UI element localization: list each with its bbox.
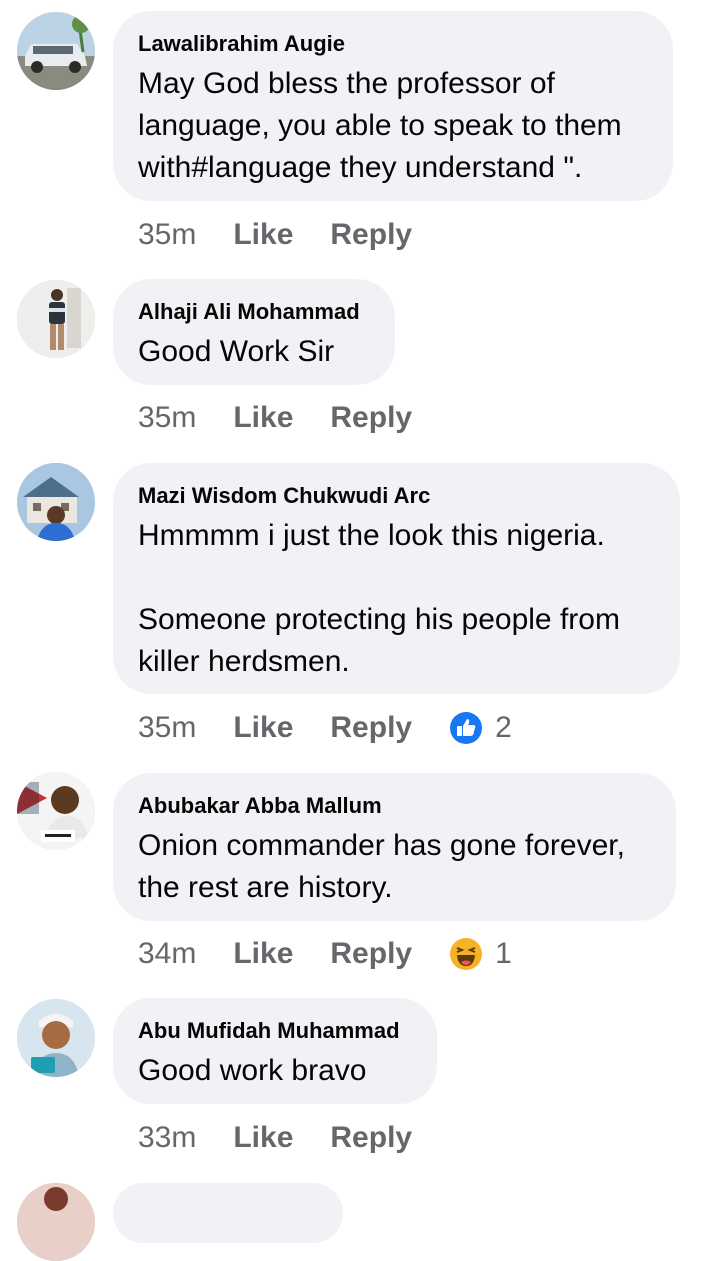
comment-timestamp[interactable]: 34m — [138, 937, 196, 971]
reply-button[interactable]: Reply — [330, 711, 412, 745]
haha-reaction-icon — [450, 938, 483, 970]
comment-actions: 33m Like Reply — [138, 1117, 449, 1159]
comment-author[interactable]: Mazi Wisdom Chukwudi Arc — [138, 483, 654, 509]
comment-text: Onion commander has gone forever, the re… — [138, 829, 634, 904]
avatar-house-person-image — [17, 463, 95, 541]
reply-button[interactable]: Reply — [330, 218, 412, 252]
comment-author[interactable]: Abubakar Abba Mallum — [138, 793, 650, 819]
comment-timestamp[interactable]: 35m — [138, 401, 196, 435]
reaction-count: 2 — [495, 711, 512, 744]
like-button[interactable]: Like — [233, 401, 293, 435]
avatar-person-cap-image — [17, 999, 95, 1077]
comment-author[interactable]: Alhaji Ali Mohammad — [138, 299, 369, 325]
comment-text: Good work bravo — [138, 1054, 367, 1087]
comment-text: Good Work Sir — [138, 335, 335, 368]
comment-actions: 35m Like Reply — [138, 214, 449, 256]
avatar[interactable] — [17, 280, 95, 358]
comment-bubble: Mazi Wisdom Chukwudi Arc Hmmmm i just th… — [113, 463, 680, 694]
comment-author[interactable]: Lawalibrahim Augie — [138, 31, 647, 57]
comment-bubble: Abu Mufidah Muhammad Good work bravo — [113, 998, 437, 1104]
comment-timestamp[interactable]: 35m — [138, 711, 196, 745]
avatar[interactable] — [17, 999, 95, 1077]
comment-bubble: Alhaji Ali Mohammad Good Work Sir — [113, 279, 395, 385]
avatar-person-image — [17, 280, 95, 358]
avatar[interactable] — [17, 1183, 95, 1261]
comment-bubble — [113, 1183, 343, 1243]
comment-actions: 35m Like Reply 2 — [138, 707, 512, 749]
comment-bubble: Lawalibrahim Augie May God bless the pro… — [113, 11, 673, 201]
reaction-count: 1 — [495, 937, 512, 970]
reply-button[interactable]: Reply — [330, 937, 412, 971]
comment-actions: 34m Like Reply 1 — [138, 933, 512, 975]
reply-button[interactable]: Reply — [330, 401, 412, 435]
avatar[interactable] — [17, 772, 95, 850]
avatar[interactable] — [17, 12, 95, 90]
reaction-summary[interactable]: 1 — [449, 937, 512, 971]
like-reaction-icon — [450, 712, 483, 744]
comment-timestamp[interactable]: 33m — [138, 1121, 196, 1155]
avatar-car-image — [17, 12, 95, 90]
comment-text: May God bless the professor of language,… — [138, 67, 631, 184]
comment-bubble: Abubakar Abba Mallum Onion commander has… — [113, 773, 676, 921]
comment-actions: 35m Like Reply — [138, 397, 449, 439]
comment-timestamp[interactable]: 35m — [138, 218, 196, 252]
reply-button[interactable]: Reply — [330, 1121, 412, 1155]
like-button[interactable]: Like — [233, 218, 293, 252]
like-button[interactable]: Like — [233, 937, 293, 971]
like-button[interactable]: Like — [233, 1121, 293, 1155]
reaction-summary[interactable]: 2 — [449, 711, 512, 745]
comment-author[interactable]: Abu Mufidah Muhammad — [138, 1018, 411, 1044]
avatar-image — [17, 1183, 95, 1261]
avatar[interactable] — [17, 463, 95, 541]
like-button[interactable]: Like — [233, 711, 293, 745]
avatar-person-flag-image — [17, 772, 95, 850]
comment-text: Hmmmm i just the look this nigeria. Some… — [138, 519, 620, 678]
